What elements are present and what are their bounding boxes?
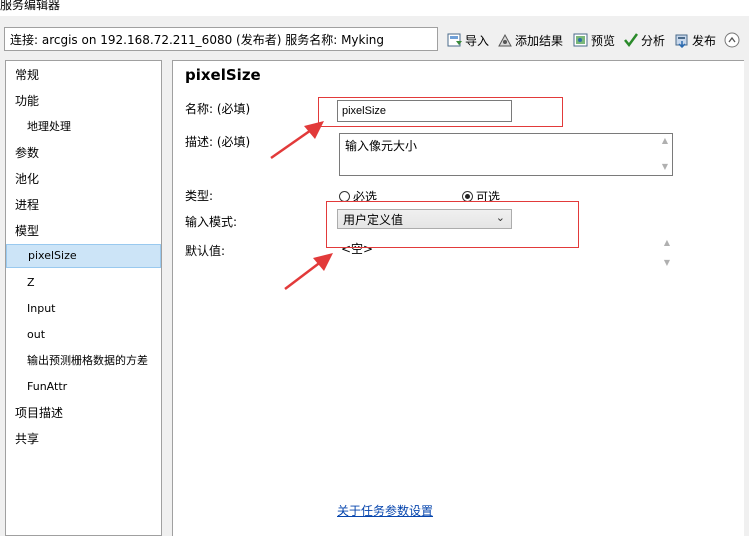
nav-item-model[interactable]: 模型: [6, 219, 170, 243]
nav-item-general[interactable]: 常规: [6, 63, 170, 87]
scroll-down-icon[interactable]: ▼: [662, 258, 672, 267]
import-icon: [447, 32, 463, 48]
add-result-button[interactable]: 添加结果: [497, 29, 563, 51]
preview-button[interactable]: 预览: [573, 29, 615, 51]
nav-item-z[interactable]: Z: [6, 271, 182, 295]
annotation-arrow-name: [270, 121, 324, 160]
nav-item-capabilities[interactable]: 功能: [6, 89, 170, 113]
task-parameter-settings-link[interactable]: 关于任务参数设置: [337, 502, 433, 519]
nav-item-parameters[interactable]: 参数: [6, 141, 170, 165]
add-result-label: 添加结果: [515, 33, 564, 48]
input-mode-label: 输入模式:: [185, 215, 238, 229]
annotation-box-input-mode: [326, 201, 579, 248]
preview-icon: [573, 32, 589, 48]
publish-icon: [674, 32, 690, 49]
preview-label: 预览: [591, 33, 616, 48]
analyze-button[interactable]: 分析: [623, 29, 665, 51]
publish-label: 发布: [692, 33, 717, 48]
scroll-down-icon[interactable]: ▼: [660, 162, 670, 171]
default-value-scrollbar[interactable]: ▲ ▼: [661, 238, 673, 272]
nav-item-processes[interactable]: 进程: [6, 193, 170, 217]
import-label: 导入: [465, 33, 490, 48]
type-label: 类型:: [185, 189, 214, 203]
nav-item-sharing[interactable]: 共享: [6, 427, 170, 451]
description-label: 描述: (必填): [185, 135, 251, 149]
nav-item-item-description[interactable]: 项目描述: [6, 401, 170, 425]
import-button[interactable]: 导入: [447, 29, 489, 51]
toolbar: 连接: arcgis on 192.168.72.211_6080 (发布者) …: [0, 24, 749, 56]
name-label: 名称: (必填): [185, 102, 251, 116]
window-title: 服务编辑器: [0, 0, 61, 12]
nav-item-funattr[interactable]: FunAttr: [6, 375, 182, 399]
chevron-up-circle-icon: [724, 32, 740, 48]
annotation-arrow-input-mode: [284, 253, 333, 290]
nav-item-out[interactable]: out: [6, 323, 182, 347]
nav-item-pooling[interactable]: 池化: [6, 167, 170, 191]
nav-item-geoprocessing[interactable]: 地理处理: [6, 115, 182, 139]
settings-nav-panel: 常规 功能 地理处理 参数 池化 进程 模型 pixelSize Z Input…: [5, 60, 162, 536]
page-title: pixelSize: [185, 66, 261, 84]
parameter-details-panel: [172, 60, 749, 536]
add-result-icon: [497, 32, 513, 48]
window-titlebar: 服务编辑器: [0, 0, 749, 16]
publish-button[interactable]: 发布: [674, 29, 716, 51]
analyze-label: 分析: [641, 33, 666, 48]
description-textarea[interactable]: 输入像元大小 ▲ ▼: [339, 133, 673, 176]
connection-info-field: 连接: arcgis on 192.168.72.211_6080 (发布者) …: [4, 27, 438, 51]
nav-item-variance-output[interactable]: 输出预测栅格数据的方差: [6, 349, 182, 373]
nav-item-input[interactable]: Input: [6, 297, 182, 321]
default-value-label: 默认值:: [185, 244, 226, 258]
description-text: 输入像元大小: [345, 139, 418, 153]
panel-scrollbar[interactable]: [744, 60, 749, 536]
scroll-up-icon[interactable]: ▲: [662, 238, 672, 247]
collapse-button[interactable]: [724, 29, 742, 51]
scroll-up-icon[interactable]: ▲: [660, 136, 670, 145]
annotation-box-name: [318, 97, 563, 127]
nav-item-pixelsize[interactable]: pixelSize: [6, 244, 161, 268]
checkmark-icon: [623, 32, 639, 48]
